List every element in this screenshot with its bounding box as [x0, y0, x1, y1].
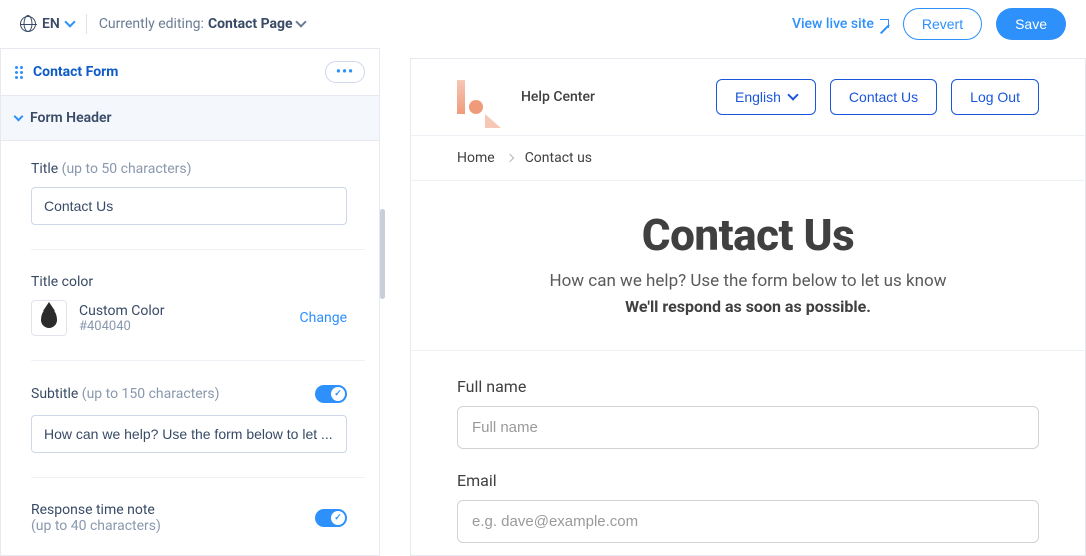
preview-logout-button[interactable]: Log Out [951, 79, 1039, 115]
fullname-label: Full name [457, 377, 1039, 396]
save-button[interactable]: Save [996, 8, 1066, 40]
email-input[interactable] [457, 500, 1039, 543]
field-group-response-time: Response time note (up to 40 characters) [31, 502, 365, 555]
topbar-left: EN Currently editing: Contact Page [20, 14, 305, 34]
change-color-link[interactable]: Change [300, 310, 347, 326]
chevron-right-icon [505, 154, 513, 162]
language-selector[interactable]: EN [20, 16, 74, 32]
hero: Contact Us How can we help? Use the form… [411, 181, 1085, 351]
chevron-down-icon [14, 111, 24, 121]
subtitle-label-row: Subtitle (up to 150 characters) [31, 385, 347, 403]
view-live-site-link[interactable]: View live site [792, 16, 889, 32]
response-time-toggle[interactable] [315, 509, 347, 527]
preview-brand: Help Center [457, 80, 595, 114]
breadcrumb-home[interactable]: Home [457, 150, 495, 166]
chevron-down-icon [64, 16, 75, 27]
scrollbar[interactable] [380, 209, 385, 299]
preview-site-header: Help Center English Contact Us Log Out [411, 59, 1085, 135]
title-color-row: Custom Color #404040 Change [31, 300, 347, 336]
section-body: Title (up to 50 characters) Title color … [1, 141, 379, 555]
chevron-down-icon [295, 16, 306, 27]
gap [380, 48, 410, 556]
color-swatch[interactable] [31, 300, 67, 336]
response-time-label-row: Response time note (up to 40 characters) [31, 502, 347, 534]
breadcrumb: Home Contact us [411, 135, 1085, 181]
color-name: Custom Color [79, 303, 164, 319]
color-meta: Custom Color #404040 [79, 303, 164, 334]
section-header-form-header[interactable]: Form Header [1, 96, 379, 141]
response-time-note: We'll respond as soon as possible. [431, 297, 1065, 316]
more-options-button[interactable]: ••• [325, 61, 365, 83]
drag-handle-icon[interactable] [15, 66, 23, 79]
external-link-icon [880, 19, 889, 28]
field-group-subtitle: Subtitle (up to 150 characters) [31, 385, 365, 478]
panel-header: Contact Form ••• [1, 49, 379, 96]
main: Contact Form ••• Form Header Title (up t… [0, 48, 1086, 556]
section-title: Form Header [30, 110, 112, 126]
color-hex: #404040 [79, 319, 164, 334]
globe-icon [20, 16, 36, 32]
subtitle-input[interactable] [31, 415, 347, 453]
currently-editing-selector[interactable]: Currently editing: Contact Page [99, 16, 305, 32]
field-label-title-color: Title color [31, 274, 365, 290]
preview-pane: Help Center English Contact Us Log Out H… [410, 58, 1086, 556]
field-group-title: Title (up to 50 characters) [31, 161, 365, 250]
field-label-response-time: Response time note (up to 40 characters) [31, 502, 161, 534]
view-live-label: View live site [792, 16, 874, 32]
brand-title: Help Center [521, 89, 595, 105]
topbar-right: View live site Revert Save [792, 8, 1066, 40]
preview-header-buttons: English Contact Us Log Out [716, 79, 1039, 115]
preview-contact-button[interactable]: Contact Us [830, 79, 937, 115]
subtitle-toggle[interactable] [315, 385, 347, 403]
top-bar: EN Currently editing: Contact Page View … [0, 0, 1086, 48]
field-label-title: Title (up to 50 characters) [31, 161, 365, 177]
title-input[interactable] [31, 187, 347, 225]
chevron-down-icon [787, 89, 798, 100]
email-label: Email [457, 471, 1039, 490]
drop-icon [41, 308, 57, 328]
fullname-input[interactable] [457, 406, 1039, 449]
contact-form: Full name Email [411, 351, 1085, 556]
panel-title: Contact Form [33, 64, 118, 80]
title-color-display: Custom Color #404040 [31, 300, 164, 336]
preview-language-button[interactable]: English [716, 79, 816, 115]
page-title: Contact Us [431, 209, 1065, 261]
field-group-title-color: Title color Custom Color #404040 Change [31, 274, 365, 361]
breadcrumb-current: Contact us [525, 150, 592, 166]
panel-header-left: Contact Form [15, 64, 118, 80]
divider [86, 14, 87, 34]
currently-editing-page: Contact Page [208, 16, 293, 32]
revert-button[interactable]: Revert [903, 8, 982, 40]
currently-editing-label: Currently editing: [99, 16, 204, 32]
page-subtitle: How can we help? Use the form below to l… [431, 271, 1065, 291]
language-code: EN [42, 16, 60, 32]
field-label-subtitle: Subtitle (up to 150 characters) [31, 386, 220, 402]
brand-logo [457, 80, 503, 114]
editor-sidebar: Contact Form ••• Form Header Title (up t… [0, 48, 380, 556]
